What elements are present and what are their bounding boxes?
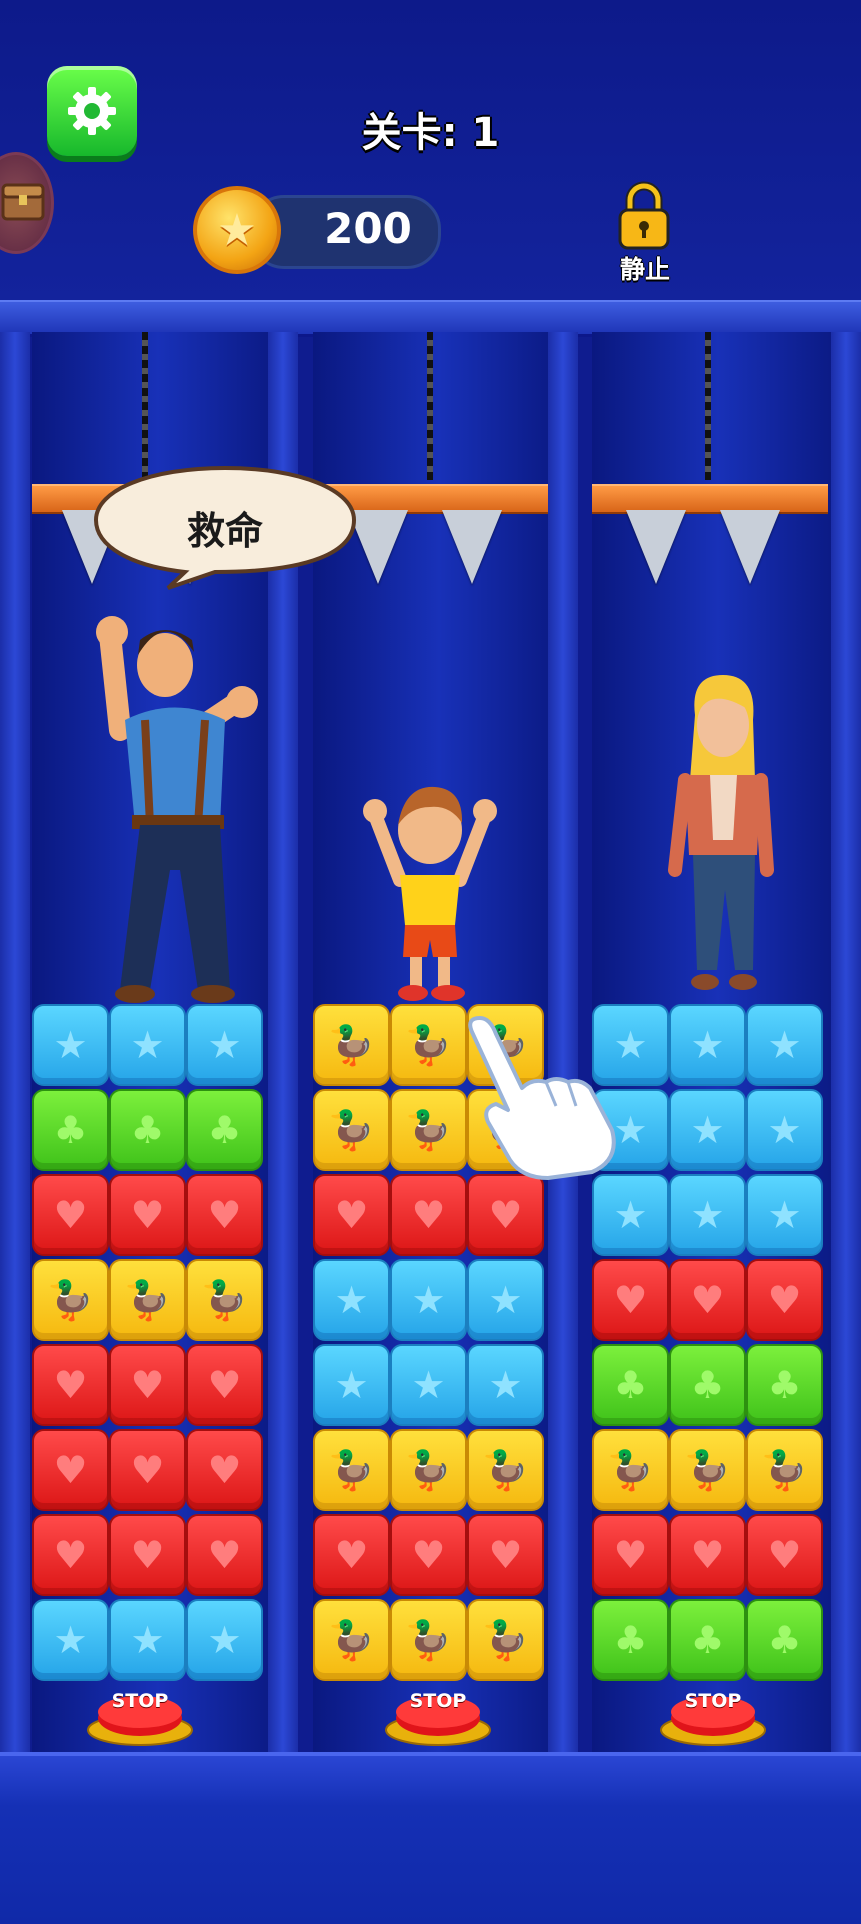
blue-block[interactable]: ★: [390, 1344, 467, 1426]
pointing-hand-icon: [468, 1016, 616, 1180]
man-character: [96, 616, 258, 1003]
stop-label-1: STOP: [111, 1690, 169, 1712]
woman-character: [668, 675, 774, 990]
red-block[interactable]: ♥: [186, 1174, 263, 1256]
blue-block[interactable]: ★: [109, 1004, 186, 1086]
blue-block[interactable]: ★: [390, 1259, 467, 1341]
blue-block[interactable]: ★: [746, 1004, 823, 1086]
red-block[interactable]: ♥: [390, 1514, 467, 1596]
yellow-block[interactable]: 🦆: [390, 1599, 467, 1681]
red-block[interactable]: ♥: [592, 1514, 669, 1596]
yellow-block[interactable]: 🦆: [313, 1599, 390, 1681]
red-block[interactable]: ♥: [669, 1514, 746, 1596]
speech-bubble-text: 救命: [186, 509, 263, 553]
red-block[interactable]: ♥: [109, 1344, 186, 1426]
chain: [142, 332, 148, 480]
green-block[interactable]: ♣: [592, 1599, 669, 1681]
red-block[interactable]: ♥: [109, 1514, 186, 1596]
blue-block[interactable]: ★: [467, 1259, 544, 1341]
red-block[interactable]: ♥: [32, 1174, 109, 1256]
blue-block[interactable]: ★: [669, 1089, 746, 1171]
blue-block[interactable]: ★: [746, 1089, 823, 1171]
red-block[interactable]: ♥: [186, 1344, 263, 1426]
pillar: [0, 332, 30, 1752]
pillar: [831, 332, 861, 1752]
red-block[interactable]: ♥: [592, 1259, 669, 1341]
red-block[interactable]: ♥: [313, 1174, 390, 1256]
blue-block[interactable]: ★: [32, 1599, 109, 1681]
green-block[interactable]: ♣: [186, 1089, 263, 1171]
star-coin-icon: ★: [193, 186, 281, 274]
red-block[interactable]: ♥: [32, 1514, 109, 1596]
treasure-chest-icon: [1, 183, 45, 221]
stop-label-2: STOP: [409, 1690, 467, 1712]
green-block[interactable]: ♣: [32, 1089, 109, 1171]
blue-block[interactable]: ★: [186, 1004, 263, 1086]
red-block[interactable]: ♥: [109, 1429, 186, 1511]
yellow-block[interactable]: 🦆: [313, 1429, 390, 1511]
spike: [720, 510, 780, 584]
red-block[interactable]: ♥: [109, 1174, 186, 1256]
red-block[interactable]: ♥: [32, 1429, 109, 1511]
red-block[interactable]: ♥: [467, 1174, 544, 1256]
green-block[interactable]: ♣: [746, 1344, 823, 1426]
blue-block[interactable]: ★: [669, 1174, 746, 1256]
green-block[interactable]: ♣: [746, 1599, 823, 1681]
red-block[interactable]: ♥: [746, 1514, 823, 1596]
spike: [626, 510, 686, 584]
blue-block[interactable]: ★: [313, 1344, 390, 1426]
blue-block[interactable]: ★: [592, 1174, 669, 1256]
yellow-block[interactable]: 🦆: [186, 1259, 263, 1341]
blue-block[interactable]: ★: [467, 1344, 544, 1426]
blue-block[interactable]: ★: [669, 1004, 746, 1086]
red-block[interactable]: ♥: [467, 1514, 544, 1596]
yellow-block[interactable]: 🦆: [32, 1259, 109, 1341]
red-block[interactable]: ♥: [669, 1259, 746, 1341]
coin-value: 200: [324, 204, 412, 253]
yellow-block[interactable]: 🦆: [669, 1429, 746, 1511]
yellow-block[interactable]: 🦆: [109, 1259, 186, 1341]
green-block[interactable]: ♣: [669, 1344, 746, 1426]
red-block[interactable]: ♥: [390, 1174, 467, 1256]
green-block[interactable]: ♣: [592, 1344, 669, 1426]
floor: [0, 1752, 861, 1924]
yellow-block[interactable]: 🦆: [313, 1089, 390, 1171]
yellow-block[interactable]: 🦆: [592, 1429, 669, 1511]
yellow-block[interactable]: 🦆: [390, 1429, 467, 1511]
red-block[interactable]: ♥: [746, 1259, 823, 1341]
treasure-chest-button[interactable]: [0, 152, 54, 254]
padlock-icon[interactable]: [616, 180, 672, 252]
lock-label: 静止: [619, 255, 670, 284]
yellow-block[interactable]: 🦆: [467, 1429, 544, 1511]
red-block[interactable]: ♥: [313, 1514, 390, 1596]
blue-block[interactable]: ★: [746, 1174, 823, 1256]
yellow-block[interactable]: 🦆: [467, 1599, 544, 1681]
green-block[interactable]: ♣: [669, 1599, 746, 1681]
blue-block[interactable]: ★: [32, 1004, 109, 1086]
blue-block[interactable]: ★: [109, 1599, 186, 1681]
blue-block[interactable]: ★: [186, 1599, 263, 1681]
yellow-block[interactable]: 🦆: [746, 1429, 823, 1511]
red-block[interactable]: ♥: [186, 1429, 263, 1511]
green-block[interactable]: ♣: [109, 1089, 186, 1171]
boy-character: [363, 786, 497, 1001]
chain: [427, 332, 433, 480]
level-title: 关卡: 1: [361, 110, 500, 156]
chain: [705, 332, 711, 480]
spike: [442, 510, 502, 584]
blue-block[interactable]: ★: [313, 1259, 390, 1341]
yellow-block[interactable]: 🦆: [313, 1004, 390, 1086]
red-block[interactable]: ♥: [186, 1514, 263, 1596]
stop-label-3: STOP: [684, 1690, 742, 1712]
red-block[interactable]: ♥: [32, 1344, 109, 1426]
